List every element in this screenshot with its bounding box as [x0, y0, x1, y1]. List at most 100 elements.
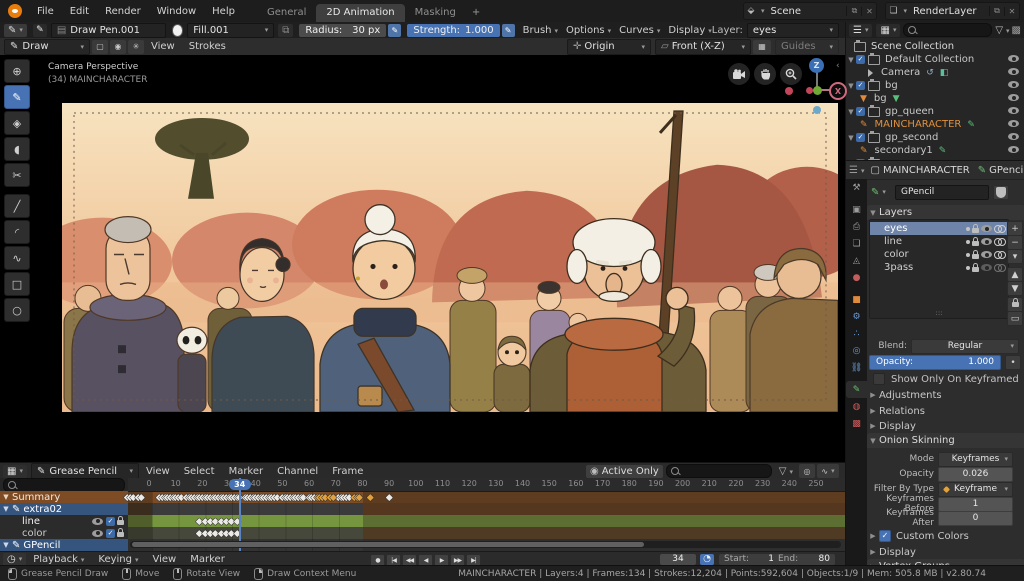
hide-viewport-icon[interactable]	[1008, 146, 1019, 153]
onion-display-section[interactable]: ▶ Display	[867, 545, 1024, 559]
outliner-row-maincharacter[interactable]: ✎ MAINCHARACTER ✎	[846, 118, 1024, 131]
isolate-layer-button[interactable]: ▭	[1007, 311, 1023, 326]
layer-row-eyes[interactable]: eyes	[870, 222, 1008, 235]
current-frame-chip[interactable]: 34	[228, 479, 251, 490]
custom-colors-section[interactable]: ▶ ✓ Custom Colors	[867, 529, 1024, 543]
remove-layer-button[interactable]: −	[1007, 235, 1023, 250]
axis-minus-x-dot[interactable]	[806, 87, 813, 94]
playback-menu[interactable]: Playback ▾	[26, 554, 91, 565]
tool-cursor-button[interactable]: ⊕	[4, 59, 30, 83]
menu-file[interactable]: File	[29, 6, 62, 17]
ds-interpolation-icon[interactable]: ∿ ▾	[817, 464, 839, 478]
ds-filter-icon[interactable]: ▽ ▾	[779, 466, 793, 477]
link-material-icon[interactable]: ⧉	[278, 23, 294, 37]
display-menu[interactable]: Display ▾	[668, 25, 711, 36]
datablock-name-field[interactable]: GPencil	[895, 184, 989, 200]
animate-opacity-button[interactable]: •	[1005, 355, 1021, 370]
adjustments-section[interactable]: ▶ Adjustments	[867, 388, 1024, 402]
strength-pressure-toggle[interactable]: ✎	[501, 23, 515, 37]
brush-name-field[interactable]: ▤ Draw Pen.001	[50, 22, 166, 38]
material-name-field[interactable]: Fill.001 ▾	[187, 22, 275, 38]
axis-minus-z-dot[interactable]	[813, 106, 821, 114]
timeline-marker-menu[interactable]: Marker	[183, 554, 232, 565]
timeline-view-menu[interactable]: View	[146, 554, 184, 565]
ds-frame-menu[interactable]: Frame	[325, 466, 370, 477]
channel-line[interactable]: line ✓	[0, 515, 128, 527]
properties-tab-material[interactable]: ◍	[846, 398, 867, 415]
navigation-gizmo[interactable]: Z X	[785, 58, 847, 118]
outliner-search-input[interactable]	[903, 23, 993, 37]
mode-dropdown[interactable]: ✎ Draw ▾	[4, 38, 90, 55]
channel-select-icon[interactable]: ✓	[106, 516, 115, 526]
outliner-row-bg-object[interactable]: ▼ bg ▼	[846, 92, 1024, 105]
scene-selector[interactable]: ⬙ ▾ Scene ⧉ ✕	[742, 2, 878, 20]
breadcrumb-data[interactable]: GPencil	[989, 165, 1024, 176]
ds-marker-menu[interactable]: Marker	[222, 466, 271, 477]
menu-edit[interactable]: Edit	[62, 6, 97, 17]
editor-type-icon[interactable]: ☰ ▾	[849, 165, 864, 176]
hide-viewport-icon[interactable]	[1008, 133, 1019, 140]
outliner-row-gp-queen[interactable]: ▼ ✓ gp_queen	[846, 104, 1024, 118]
outliner-row-camera[interactable]: Camera ↺ ◧	[846, 66, 1024, 79]
display-section[interactable]: ▶ Display	[867, 419, 1024, 433]
onion-opacity-field[interactable]: 0.026	[938, 466, 1013, 482]
add-workspace-button[interactable]: +	[466, 4, 486, 22]
stroke-placement-dropdown[interactable]: ✛ Origin ▾	[567, 38, 651, 55]
viewlayer-selector[interactable]: ❏ ▾ RenderLayer ⧉ ✕	[885, 2, 1020, 20]
hide-viewport-icon[interactable]	[1008, 107, 1019, 114]
properties-tab-gpencil-data[interactable]: ✎	[846, 381, 867, 398]
custom-colors-checkbox[interactable]: ✓	[879, 530, 891, 542]
tab-masking[interactable]: Masking	[405, 4, 466, 22]
fake-user-shield-button[interactable]	[993, 185, 1009, 200]
tool-cutter-button[interactable]: ✂	[4, 163, 30, 187]
ds-channel-menu[interactable]: Channel	[270, 466, 325, 477]
filter-by-type-dropdown[interactable]: Keyframe ▾	[938, 481, 1013, 497]
add-layer-button[interactable]: +	[1007, 221, 1023, 236]
outliner-row-default-collection[interactable]: ▼ ✓ Default Collection	[846, 52, 1024, 66]
new-scene-button[interactable]: ⧉	[846, 6, 861, 16]
layer-row-color[interactable]: color	[870, 248, 1008, 261]
ds-select-menu[interactable]: Select	[177, 466, 222, 477]
camera-view-icon[interactable]	[728, 63, 750, 85]
timeline-editor-icon[interactable]: ◷ ▾	[3, 552, 27, 566]
brush-menu[interactable]: Brush ▾	[523, 25, 558, 36]
radius-slider[interactable]: Radius: 30 px	[299, 23, 387, 37]
move-layer-down-button[interactable]: ▼	[1007, 281, 1023, 296]
strokes-menu[interactable]: Strokes	[182, 41, 233, 52]
dopesheet-search-input[interactable]	[665, 464, 772, 478]
guides-dropdown[interactable]: Guides ▾	[775, 38, 839, 55]
tool-circle-button[interactable]: ○	[4, 298, 30, 322]
tool-fill-button[interactable]: ◈	[4, 111, 30, 135]
outliner-row-bg-collection[interactable]: ▼ ✓ bg	[846, 78, 1024, 92]
properties-tab-viewlayer[interactable]: ❏	[846, 235, 867, 252]
editor-type-dropdown[interactable]: ☰ ▾	[849, 23, 873, 37]
keyframes-before-field[interactable]: 1	[938, 496, 1013, 512]
active-only-toggle[interactable]: ◉ Active Only	[586, 464, 663, 478]
axis-y-dot[interactable]	[813, 86, 822, 95]
delete-scene-button[interactable]: ✕	[861, 6, 876, 16]
frame-start-field[interactable]: Start: 1	[719, 553, 779, 565]
filter-icon[interactable]: ▽ ▾	[995, 25, 1009, 36]
drawing-plane-dropdown[interactable]: ▱ Front (X-Z) ▾	[655, 38, 751, 55]
tool-draw-button[interactable]: ✎	[4, 85, 30, 109]
channel-search-input[interactable]	[3, 478, 125, 492]
outliner-row-scene-collection[interactable]: Scene Collection	[846, 39, 1024, 53]
onion-mode-dropdown[interactable]: Keyframes ▾	[938, 451, 1013, 467]
properties-tab-render[interactable]: ▣	[846, 201, 867, 218]
multiframe-toggle-icon[interactable]: ▢	[92, 39, 108, 54]
channel-hide-icon[interactable]	[92, 517, 103, 525]
tool-arc-button[interactable]: ◜	[4, 220, 30, 244]
axis-x-button[interactable]: X	[829, 82, 847, 100]
channel-color[interactable]: color ✓	[0, 527, 128, 539]
outliner-row-gp-second[interactable]: ▼ ✓ gp_second	[846, 130, 1024, 144]
menu-help[interactable]: Help	[204, 6, 243, 17]
move-layer-up-button[interactable]: ▲	[1007, 267, 1023, 282]
channel-gpencil[interactable]: ▼ ✎ GPencil	[0, 539, 128, 551]
keyframes-after-field[interactable]: 0	[938, 510, 1013, 526]
dopesheet-mode-dropdown[interactable]: ✎ Grease Pencil ▾	[30, 463, 139, 479]
tool-preview-dropdown[interactable]: ✎ ▾	[4, 23, 27, 37]
active-layer-dropdown[interactable]: eyes ▾	[746, 22, 840, 38]
menu-render[interactable]: Render	[97, 6, 149, 17]
relations-section[interactable]: ▶ Relations	[867, 404, 1024, 418]
channel-select-icon[interactable]: ✓	[106, 528, 115, 538]
